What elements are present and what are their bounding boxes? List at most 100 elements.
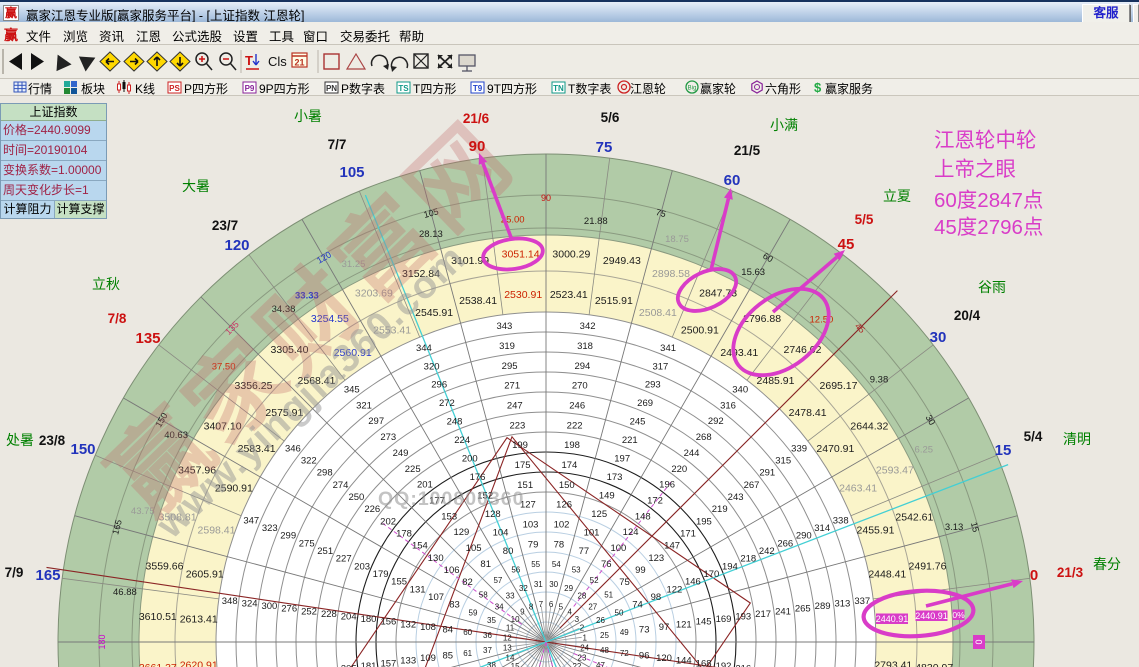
svg-text:128: 128	[485, 509, 501, 520]
svg-text:202: 202	[380, 516, 396, 527]
svg-text:130: 130	[428, 553, 444, 564]
svg-text:249: 249	[393, 448, 409, 459]
svg-text:315: 315	[775, 456, 791, 467]
svg-text:3610.51: 3610.51	[139, 611, 177, 623]
svg-text:84: 84	[443, 625, 454, 636]
svg-text:2491.76: 2491.76	[909, 561, 947, 573]
svg-text:274: 274	[333, 480, 349, 491]
svg-text:31: 31	[534, 580, 543, 589]
svg-text:61: 61	[463, 649, 472, 658]
svg-text:176: 176	[470, 472, 486, 483]
svg-text:165: 165	[35, 567, 60, 584]
svg-text:45度2796点: 45度2796点	[934, 216, 1043, 239]
svg-text:49: 49	[620, 628, 629, 637]
svg-text:193: 193	[735, 612, 751, 623]
svg-text:266: 266	[777, 538, 793, 549]
svg-text:Cls: Cls	[268, 54, 287, 69]
svg-text:小满: 小满	[770, 117, 798, 133]
svg-text:TN: TN	[553, 84, 564, 93]
svg-text:18.75: 18.75	[665, 234, 689, 245]
svg-text:2530.91: 2530.91	[504, 289, 542, 301]
svg-text:57: 57	[493, 576, 502, 585]
svg-text:218: 218	[740, 554, 756, 565]
svg-text:29: 29	[564, 584, 573, 593]
svg-text:TS: TS	[398, 84, 409, 93]
svg-text:320: 320	[424, 361, 440, 372]
svg-text:316: 316	[720, 400, 736, 411]
svg-text:153: 153	[441, 511, 457, 522]
svg-text:102: 102	[554, 520, 570, 531]
svg-text:79: 79	[528, 539, 539, 550]
svg-text:P9: P9	[245, 84, 255, 93]
svg-text:立夏: 立夏	[883, 188, 911, 204]
svg-text:21/6: 21/6	[463, 111, 490, 126]
svg-text:2: 2	[580, 624, 585, 633]
svg-text:179: 179	[373, 569, 389, 580]
svg-text:6.25: 6.25	[915, 445, 934, 456]
svg-text:23: 23	[578, 653, 587, 662]
svg-text:9: 9	[520, 608, 525, 617]
svg-text:2593.47: 2593.47	[876, 464, 914, 476]
svg-text:53: 53	[572, 566, 581, 575]
svg-text:145: 145	[696, 617, 712, 628]
svg-text:105: 105	[466, 543, 482, 554]
svg-text:107: 107	[428, 592, 444, 603]
svg-text:173: 173	[607, 472, 623, 483]
svg-text:172: 172	[647, 496, 663, 507]
svg-text:小暑: 小暑	[294, 108, 322, 124]
svg-text:28: 28	[577, 592, 586, 601]
svg-text:5: 5	[559, 603, 564, 612]
svg-text:135: 135	[135, 330, 160, 347]
svg-text:148: 148	[635, 511, 651, 522]
svg-text:171: 171	[680, 529, 696, 540]
svg-text:154: 154	[412, 541, 428, 552]
svg-text:25: 25	[600, 631, 609, 640]
svg-text:242: 242	[759, 546, 775, 557]
svg-text:8: 8	[529, 603, 534, 612]
svg-text:24: 24	[580, 644, 589, 653]
svg-text:194: 194	[722, 561, 738, 572]
svg-text:22: 22	[572, 662, 581, 667]
svg-text:106: 106	[444, 565, 460, 576]
svg-text:323: 323	[262, 523, 278, 534]
svg-text:276: 276	[281, 604, 297, 615]
svg-text:处暑: 处暑	[6, 432, 34, 448]
svg-text:9.38: 9.38	[870, 375, 889, 386]
svg-text:82: 82	[462, 577, 473, 588]
svg-text:立秋: 立秋	[92, 276, 120, 292]
svg-text:344: 344	[416, 343, 432, 354]
svg-text:谷雨: 谷雨	[978, 279, 1006, 295]
svg-text:343: 343	[496, 321, 512, 332]
svg-text:108: 108	[420, 622, 436, 633]
svg-text:198: 198	[564, 440, 580, 451]
svg-text:241: 241	[775, 606, 791, 617]
svg-text:0: 0	[974, 639, 984, 644]
svg-text:2793.41: 2793.41	[874, 659, 912, 667]
svg-text:180: 180	[97, 634, 107, 649]
svg-text:2478.41: 2478.41	[789, 407, 827, 419]
svg-text:54: 54	[552, 560, 561, 569]
svg-text:268: 268	[696, 432, 712, 443]
svg-text:3000.29: 3000.29	[552, 248, 590, 260]
svg-text:204: 204	[341, 612, 357, 623]
svg-text:50: 50	[615, 608, 624, 617]
svg-text:227: 227	[336, 554, 352, 565]
svg-text:77: 77	[579, 546, 590, 557]
svg-text:155: 155	[391, 577, 407, 588]
svg-text:6: 6	[549, 600, 554, 609]
svg-text:2538.41: 2538.41	[459, 295, 497, 307]
svg-text:122: 122	[666, 584, 682, 595]
svg-text:2508.41: 2508.41	[639, 307, 677, 319]
svg-text:90: 90	[541, 193, 551, 203]
svg-text:157: 157	[380, 658, 396, 667]
svg-text:45: 45	[838, 236, 855, 253]
svg-text:144: 144	[676, 656, 692, 667]
svg-text:299: 299	[280, 531, 296, 542]
svg-text:174: 174	[561, 460, 577, 471]
svg-text:11: 11	[506, 624, 515, 633]
svg-text:97: 97	[659, 622, 670, 633]
svg-text:23/7: 23/7	[212, 218, 238, 233]
svg-text:QQ:100800360: QQ:100800360	[378, 488, 524, 510]
svg-text:56: 56	[511, 566, 520, 575]
svg-text:15: 15	[511, 662, 520, 667]
